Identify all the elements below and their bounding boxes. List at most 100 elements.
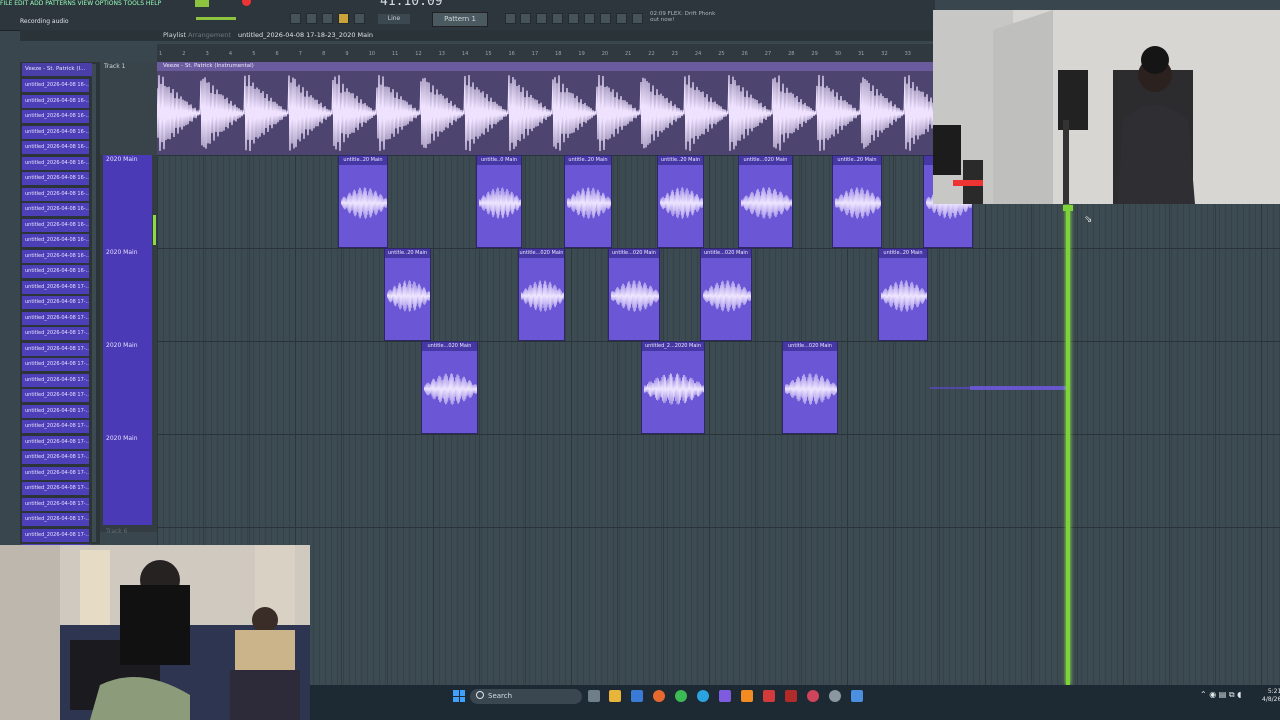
- step-icon[interactable]: [322, 13, 333, 24]
- audio-clip[interactable]: untitle..20 Main: [657, 155, 704, 248]
- audio-clip-waveform: [387, 280, 430, 312]
- store-icon[interactable]: [631, 690, 643, 702]
- ruler-tick: 30: [834, 51, 842, 57]
- browser-item[interactable]: untitled_2026-04-08 17-...: [22, 420, 89, 433]
- browser-item[interactable]: untitled_2026-04-08 17-...: [22, 389, 89, 402]
- browser-item[interactable]: untitled_2026-04-08 16-...: [22, 203, 89, 216]
- browser-item[interactable]: untitled_2026-04-08 16-...: [22, 234, 89, 247]
- mixer-icon[interactable]: [536, 13, 547, 24]
- audio-clip[interactable]: untitle...020 Main: [518, 248, 565, 341]
- browser-item[interactable]: untitled_2026-04-08 17-...: [22, 482, 89, 495]
- track-label-5: 2020 Main: [106, 435, 138, 442]
- browser-item[interactable]: untitled_2026-04-08 17-...: [22, 435, 89, 449]
- edge-icon[interactable]: [697, 690, 709, 702]
- file-explorer-icon[interactable]: [609, 690, 621, 702]
- audio-clip[interactable]: untitle..0 Main: [476, 155, 522, 248]
- browser-item[interactable]: untitled_2026-04-08 16-...: [22, 172, 89, 185]
- windows-start-icon[interactable]: [453, 690, 465, 702]
- channel-rack-icon[interactable]: [520, 13, 531, 24]
- play-button[interactable]: [195, 0, 209, 7]
- system-tray[interactable]: ⌃ ◉ ▤ ⧉ ◖: [1200, 690, 1241, 700]
- audio-clip[interactable]: untitle...020 Main: [608, 248, 660, 341]
- task-view-icon[interactable]: [588, 690, 600, 702]
- browser-item[interactable]: untitled_2026-04-08 16-...: [22, 141, 89, 154]
- browser-item[interactable]: untitled_2026-04-08 17-...: [22, 497, 89, 511]
- audio-clip[interactable]: untitle...020 Main: [700, 248, 752, 341]
- browser-item[interactable]: untitled_2026-04-08 17-...: [22, 528, 89, 542]
- loop-record-icon[interactable]: [338, 13, 349, 24]
- recording-status: Recording audio: [20, 18, 69, 25]
- browser-item[interactable]: untitled_2026-04-08 16-...: [22, 187, 89, 201]
- browser-item-selected[interactable]: Veeze - St. Patrick (I...: [22, 63, 92, 76]
- browser-item[interactable]: untitled_2026-04-08 17-...: [22, 296, 89, 309]
- browser-item[interactable]: untitled_2026-04-08 16-...: [22, 156, 89, 170]
- browser-item[interactable]: untitled_2026-04-08 17-...: [22, 342, 89, 356]
- browser-item[interactable]: untitled_2026-04-08 17-...: [22, 451, 89, 464]
- obs-icon[interactable]: [763, 690, 775, 702]
- undo-icon[interactable]: [616, 13, 627, 24]
- master-volume-slider[interactable]: [196, 17, 236, 20]
- audio-clip[interactable]: untitle..20 Main: [832, 155, 882, 248]
- audio-clip[interactable]: untitle..20 Main: [384, 248, 431, 341]
- piano-icon[interactable]: [290, 13, 301, 24]
- browser-item[interactable]: untitled_2026-04-08 16-...: [22, 125, 89, 139]
- browser-item[interactable]: untitled_2026-04-08 16-...: [22, 218, 89, 232]
- track-header-recordings[interactable]: [103, 155, 152, 525]
- ruler-tick: 28: [788, 51, 795, 57]
- touch-keyboard-icon[interactable]: [600, 13, 611, 24]
- browser-item[interactable]: untitled_2026-04-08 17-...: [22, 373, 89, 387]
- instrumental-waveform: [157, 74, 933, 152]
- playlist-icon[interactable]: [505, 13, 516, 24]
- playhead[interactable]: [1066, 205, 1070, 685]
- ruler-tick: 33: [904, 51, 911, 57]
- browser-item[interactable]: untitled_2026-04-08 16-...: [22, 110, 89, 123]
- browser-scrollbar[interactable]: [92, 64, 96, 542]
- browser-item[interactable]: untitled_2026-04-08 17-...: [22, 311, 89, 325]
- browser-item[interactable]: untitled_2026-04-08 17-...: [22, 327, 89, 340]
- discord-icon[interactable]: [719, 690, 731, 702]
- browser-item[interactable]: untitled_2026-04-08 16-...: [22, 94, 89, 108]
- taskbar-search-input[interactable]: Search: [470, 689, 582, 704]
- browser-icon[interactable]: [568, 13, 579, 24]
- audio-clip[interactable]: untitle...020 Main: [782, 341, 838, 434]
- audio-clip[interactable]: untitle..20 Main: [878, 248, 928, 341]
- browser-item[interactable]: untitled_2026-04-08 16-...: [22, 249, 89, 263]
- audio-clip[interactable]: untitle...020 Main: [421, 341, 478, 434]
- browser-item[interactable]: untitled_2026-04-08 17-...: [22, 466, 89, 480]
- settings-icon[interactable]: [829, 690, 841, 702]
- audio-clip-title: untitle..20 Main: [339, 156, 387, 165]
- metronome-icon[interactable]: [354, 13, 365, 24]
- piano-roll-icon[interactable]: [552, 13, 563, 24]
- app-icon[interactable]: [851, 690, 863, 702]
- browser-item[interactable]: untitled_2026-04-08 17-...: [22, 404, 89, 418]
- audio-clip[interactable]: untitle...020 Main: [738, 155, 793, 248]
- mouse-cursor-icon: ⇘: [1084, 214, 1093, 225]
- maps-icon[interactable]: [807, 690, 819, 702]
- audio-clip[interactable]: untitle..20 Main: [564, 155, 612, 248]
- taskbar-clock[interactable]: 5:21 4/8/26: [1262, 688, 1280, 704]
- browser-item[interactable]: untitled_2026-04-08 17-...: [22, 280, 89, 294]
- timeline-ruler[interactable]: 1 2 3 4 5 6 7 8 9 10 11 12 13 14 15 16 17 18 19 20 21 22 23 24 2…: [157, 44, 935, 63]
- audio-clip[interactable]: untitle..20 Main: [338, 155, 388, 248]
- ruler-tick: 14: [461, 51, 469, 57]
- fl-studio-icon[interactable]: [741, 690, 753, 702]
- browser-item[interactable]: untitled_2026-04-08 16-...: [22, 265, 89, 278]
- audio-clip[interactable]: untitled_2...2020 Main: [641, 341, 705, 434]
- menu-bar[interactable]: FILE EDIT ADD PATTERNS VIEW OPTIONS TOOL…: [0, 0, 180, 6]
- track-header-1[interactable]: [100, 62, 157, 155]
- pattern-selector[interactable]: Pattern 1: [432, 12, 488, 27]
- playhead-marker[interactable]: [1063, 205, 1073, 211]
- plugin-picker-icon[interactable]: [584, 13, 595, 24]
- audio-clip-title: untitle..20 Main: [833, 156, 881, 165]
- save-icon[interactable]: [632, 13, 643, 24]
- news-ticker[interactable]: 02:09 FLEX: Drift Phonk out now!: [650, 11, 720, 23]
- chrome-icon[interactable]: [675, 690, 687, 702]
- terminal-icon[interactable]: [785, 690, 797, 702]
- browser-item[interactable]: untitled_2026-04-08 17-...: [22, 358, 89, 371]
- snap-selector[interactable]: Line: [378, 14, 410, 24]
- playlist-subtitle[interactable]: Arrangement: [188, 31, 231, 39]
- browser-item[interactable]: untitled_2026-04-08 17-...: [22, 513, 89, 526]
- next-icon[interactable]: [306, 13, 317, 24]
- browser-item[interactable]: untitled_2026-04-08 16-...: [22, 79, 89, 92]
- firefox-icon[interactable]: [653, 690, 665, 702]
